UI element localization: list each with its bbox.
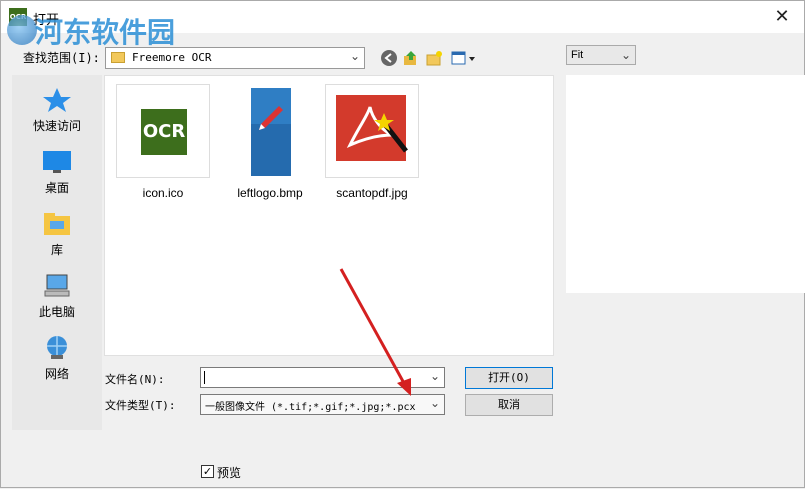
lookin-dropdown[interactable]: Freemore OCR ⌄	[105, 47, 365, 69]
cancel-button[interactable]: 取消	[465, 394, 553, 416]
filename-label: 文件名(N):	[105, 373, 165, 386]
watermark-logo-icon	[7, 15, 37, 45]
place-label: 快速访问	[32, 119, 81, 133]
view-menu-icon	[451, 51, 475, 65]
filetype-value: 一般图像文件 (*.tif;*.gif;*.jpg;*.pcx	[205, 402, 416, 413]
chevron-down-icon: ⌄	[349, 49, 360, 63]
pen-image-icon	[251, 88, 291, 176]
file-name: leftlogo.bmp	[237, 186, 303, 200]
file-item[interactable]: scantopdf.jpg	[320, 82, 420, 202]
preview-checkbox-label: 预览	[217, 466, 242, 480]
new-folder-icon	[426, 51, 442, 66]
file-name: icon.ico	[142, 186, 184, 200]
preview-zoom-value: Fit	[571, 49, 584, 61]
new-folder-button[interactable]	[424, 48, 444, 68]
place-this-pc[interactable]: 此电脑	[12, 267, 102, 329]
file-item[interactable]: leftlogo.bmp	[218, 82, 318, 202]
chevron-down-icon: ⌄	[620, 48, 631, 62]
up-folder-button[interactable]	[401, 48, 421, 68]
place-library[interactable]: 库	[12, 205, 102, 267]
file-name: scantopdf.jpg	[336, 186, 408, 200]
place-label: 库	[50, 243, 63, 257]
lookin-label: 查找范围(I):	[23, 51, 100, 65]
ocr-logo-icon: OCR	[141, 109, 187, 155]
place-label: 网络	[44, 367, 69, 381]
preview-pane	[566, 75, 805, 293]
back-icon	[381, 50, 397, 66]
filetype-label: 文件类型(T):	[105, 399, 176, 412]
file-thumbnail	[223, 84, 317, 178]
place-label: 此电脑	[38, 305, 75, 319]
preview-zoom-dropdown[interactable]: Fit ⌄	[566, 45, 636, 65]
watermark-text: 河东软件园	[35, 16, 176, 49]
up-folder-icon	[404, 51, 416, 65]
lookin-value: Freemore OCR	[132, 51, 212, 64]
preview-checkbox[interactable]: ✓	[201, 465, 214, 478]
file-list: OCR icon.ico leftlogo.bmp scantopdf.jpg	[104, 75, 554, 356]
chevron-down-icon: ⌄	[429, 396, 440, 410]
place-label: 桌面	[44, 181, 69, 195]
open-dialog: OCR 打开 ✕ 河东软件园 查找范围(I): Freemore OCR ⌄ 快…	[0, 0, 805, 488]
computer-icon	[44, 274, 70, 297]
desktop-icon	[43, 151, 71, 173]
text-cursor	[204, 371, 205, 384]
open-button[interactable]: 打开(O)	[465, 367, 553, 389]
chevron-down-icon: ⌄	[429, 369, 440, 383]
file-thumbnail	[325, 84, 419, 178]
file-thumbnail: OCR	[116, 84, 210, 178]
places-bar: 快速访问 桌面 库 此电脑 网络	[12, 75, 102, 430]
place-quick-access[interactable]: 快速访问	[12, 81, 102, 143]
folder-icon	[111, 52, 125, 63]
back-button[interactable]	[379, 48, 399, 68]
network-icon	[47, 336, 67, 359]
filename-input[interactable]: ⌄	[200, 367, 445, 388]
pdf-convert-icon	[336, 95, 408, 161]
filetype-dropdown[interactable]: 一般图像文件 (*.tif;*.gif;*.jpg;*.pcx ⌄	[200, 394, 445, 415]
file-item[interactable]: OCR icon.ico	[111, 82, 211, 202]
library-icon	[44, 213, 70, 235]
place-desktop[interactable]: 桌面	[12, 143, 102, 205]
place-network[interactable]: 网络	[12, 329, 102, 391]
close-button[interactable]: ✕	[770, 5, 794, 29]
view-menu-button[interactable]	[449, 48, 477, 68]
star-icon	[43, 88, 71, 112]
